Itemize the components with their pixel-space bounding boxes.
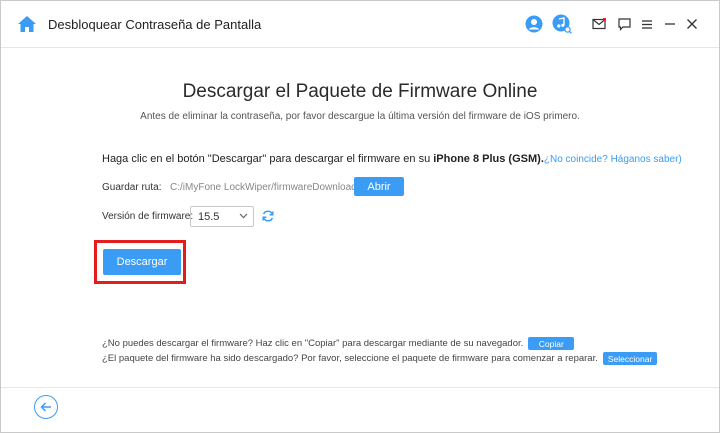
app-title: Desbloquear Contraseña de Pantalla	[48, 17, 262, 32]
help-copy-text: ¿No puedes descargar el firmware? Haz cl…	[102, 338, 524, 349]
account-icon[interactable]	[524, 14, 544, 34]
page-subtitle: Antes de eliminar la contraseña, por fav…	[140, 111, 580, 122]
refresh-icon[interactable]	[261, 209, 275, 223]
download-button[interactable]: Descargar	[103, 249, 181, 275]
chat-icon[interactable]	[617, 17, 631, 31]
mail-icon[interactable]	[592, 17, 606, 31]
device-model: iPhone 8 Plus (GSM).	[433, 153, 544, 165]
mismatch-link[interactable]: ¿No coincide? Háganos saber)	[544, 154, 682, 165]
download-instruction: Haga clic en el botón "Descargar" para d…	[102, 153, 682, 165]
footer-divider	[1, 387, 719, 388]
firmware-version-select[interactable]: 15.5	[190, 206, 254, 227]
chevron-down-icon	[239, 213, 248, 219]
firmware-version-label: Versión de firmware:	[102, 211, 194, 222]
help-select-row: ¿El paquete del firmware ha sido descarg…	[102, 352, 658, 365]
menu-icon[interactable]	[640, 17, 654, 31]
back-button[interactable]	[34, 395, 58, 419]
select-button[interactable]: Seleccionar	[602, 352, 658, 365]
help-select-text: ¿El paquete del firmware ha sido descarg…	[102, 353, 598, 364]
minimize-icon[interactable]	[663, 17, 677, 31]
firmware-version-value: 15.5	[198, 211, 220, 223]
save-path-label: Guardar ruta:	[102, 182, 162, 193]
music-search-icon[interactable]	[552, 14, 572, 34]
copy-button[interactable]: Copiar	[528, 337, 575, 350]
app-window: Desbloquear Contraseña de Pantalla Desca…	[0, 0, 720, 433]
instruction-text: Haga clic en el botón "Descargar" para d…	[102, 153, 434, 165]
open-button[interactable]: Abrir	[354, 177, 404, 196]
close-icon[interactable]	[685, 17, 699, 31]
home-icon[interactable]	[17, 15, 37, 33]
title-bar: Desbloquear Contraseña de Pantalla	[1, 1, 719, 48]
page-title: Descargar el Paquete de Firmware Online	[182, 81, 538, 102]
arrow-left-icon	[40, 402, 51, 412]
save-path-value: C:/iMyFone LockWiper/firmwareDownload/	[170, 182, 360, 193]
help-copy-row: ¿No puedes descargar el firmware? Haz cl…	[102, 337, 575, 350]
